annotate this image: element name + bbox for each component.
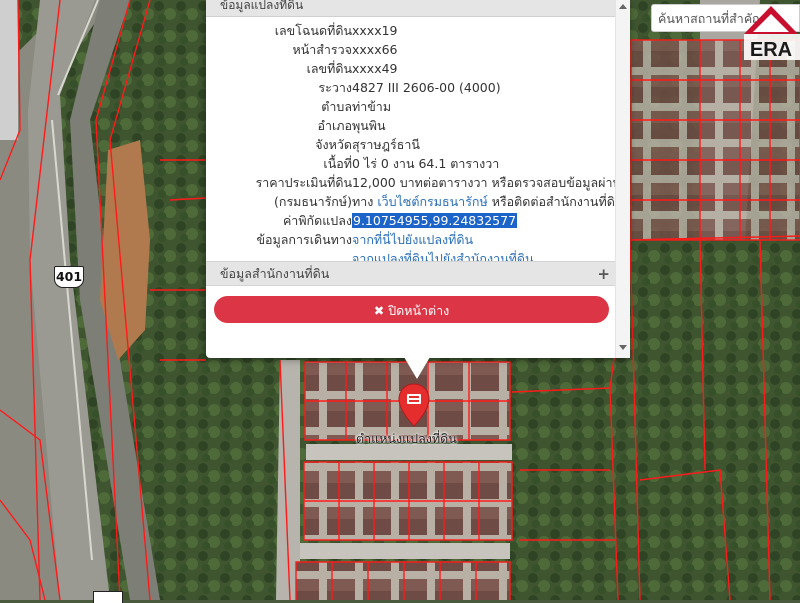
row-label: เนื้อที่ — [323, 156, 352, 171]
parcel-info-header-label: ข้อมูลแปลงที่ดิน — [220, 0, 304, 12]
scroll-down-arrow-icon[interactable] — [619, 345, 627, 350]
info-row-province: จังหวัด สุราษฎร์ธานี — [206, 135, 616, 154]
row-value: 4827 III 2606-00 (4000) — [352, 80, 501, 95]
era-logo: ERA — [744, 6, 800, 61]
info-row-coordinates: ค่าพิกัดแปลง 9.10754955,99.24832577 — [206, 211, 616, 230]
row-label: หน้าสำรวจ — [292, 42, 352, 57]
treasury-website-link[interactable]: เว็บไซต์กรมธนารักษ์ — [377, 194, 487, 209]
expand-plus-icon[interactable]: + — [597, 262, 610, 286]
row-label: ตำบล — [321, 99, 352, 114]
row-label: เลขโฉนดที่ดิน — [274, 23, 352, 38]
info-row-appraisal-source: (กรมธนารักษ์) ทาง เว็บไซต์กรมธนารักษ์ หร… — [206, 192, 623, 211]
row-value: ทาง เว็บไซต์กรมธนารักษ์ หรือติดต่อสำนักง… — [352, 192, 623, 211]
popup-scrollbar[interactable] — [615, 0, 630, 358]
info-row-district: อำเภอ พุนพิน — [206, 116, 616, 135]
info-row-appraisal: ราคาประเมินที่ดิน 12,000 บาทต่อตารางวา ห… — [206, 173, 622, 192]
highway-shield-401: 401 — [54, 266, 84, 288]
info-row-subdistrict: ตำบล ท่าข้าม — [206, 97, 616, 116]
row-label: เลขที่ดิน — [306, 61, 352, 76]
parcel-info-table: เลขโฉนดที่ดิน xxxx19 หน้าสำรวจ xxxx66 เล… — [206, 21, 624, 268]
row-value: xxxx66 — [352, 42, 398, 57]
close-window-button[interactable]: ✖ ปิดหน้าต่าง — [214, 296, 609, 323]
land-office-section-toggle[interactable]: ข้อมูลสำนักงานที่ดิน + — [206, 261, 616, 286]
row-value: สุราษฎร์ธานี — [352, 137, 420, 152]
close-icon: ✖ — [373, 303, 385, 318]
row-label: อำเภอ — [317, 118, 352, 133]
highway-shield-partial — [93, 591, 123, 603]
logo-text: ERA — [750, 39, 792, 61]
info-row-map-sheet: ระวาง 4827 III 2606-00 (4000) — [206, 78, 616, 97]
row-value: xxxx19 — [352, 23, 398, 38]
land-office-section-label: ข้อมูลสำนักงานที่ดิน — [220, 266, 330, 281]
coordinates-value[interactable]: 9.10754955,99.24832577 — [352, 213, 518, 228]
marker-label: ตำแหน่งแปลงที่ดิน — [356, 431, 457, 446]
directions-to-parcel-link[interactable]: จากที่นี่ไปยังแปลงที่ดิน — [352, 232, 473, 247]
info-row-deed: เลขโฉนดที่ดิน xxxx19 — [206, 21, 616, 40]
row-label: ค่าพิกัดแปลง — [282, 213, 352, 228]
row-label: จังหวัด — [315, 137, 352, 152]
appraisal-suffix: หรือติดต่อสำนักงานที่ดิน — [491, 194, 624, 209]
info-row-land-number: เลขที่ดิน xxxx49 — [206, 59, 616, 78]
info-row-area: เนื้อที่ 0 ไร่ 0 งาน 64.1 ตารางวา — [206, 154, 616, 173]
row-value: ท่าข้าม — [352, 99, 392, 114]
parcel-info-popup: ข้อมูลแปลงที่ดิน เลขโฉนดที่ดิน xxxx19 หน… — [206, 0, 630, 358]
appraisal-prefix: ทาง — [352, 194, 374, 209]
row-label: ราคาประเมินที่ดิน — [255, 175, 352, 190]
row-label: (กรมธนารักษ์) — [274, 194, 352, 209]
parcel-info-header[interactable]: ข้อมูลแปลงที่ดิน — [206, 0, 616, 17]
info-row-travel: ข้อมูลการเดินทาง จากที่นี่ไปยังแปลงที่ดิ… — [206, 230, 616, 249]
location-pin-icon[interactable] — [397, 383, 431, 427]
row-value: จากที่นี่ไปยังแปลงที่ดิน — [352, 230, 473, 249]
row-value: 0 ไร่ 0 งาน 64.1 ตารางวา — [352, 156, 500, 171]
popup-pointer — [404, 357, 430, 379]
info-row-survey-page: หน้าสำรวจ xxxx66 — [206, 40, 616, 59]
row-label: ข้อมูลการเดินทาง — [256, 232, 352, 247]
row-value: 12,000 บาทต่อตารางวา หรือตรวจสอบข้อมูลผ่… — [352, 175, 622, 190]
scroll-up-arrow-icon[interactable] — [619, 4, 627, 9]
row-label: ระวาง — [318, 80, 352, 95]
close-button-label: ปิดหน้าต่าง — [388, 303, 450, 318]
row-value: xxxx49 — [352, 61, 398, 76]
row-value: พุนพิน — [352, 118, 386, 133]
row-value: 9.10754955,99.24832577 — [352, 211, 518, 230]
